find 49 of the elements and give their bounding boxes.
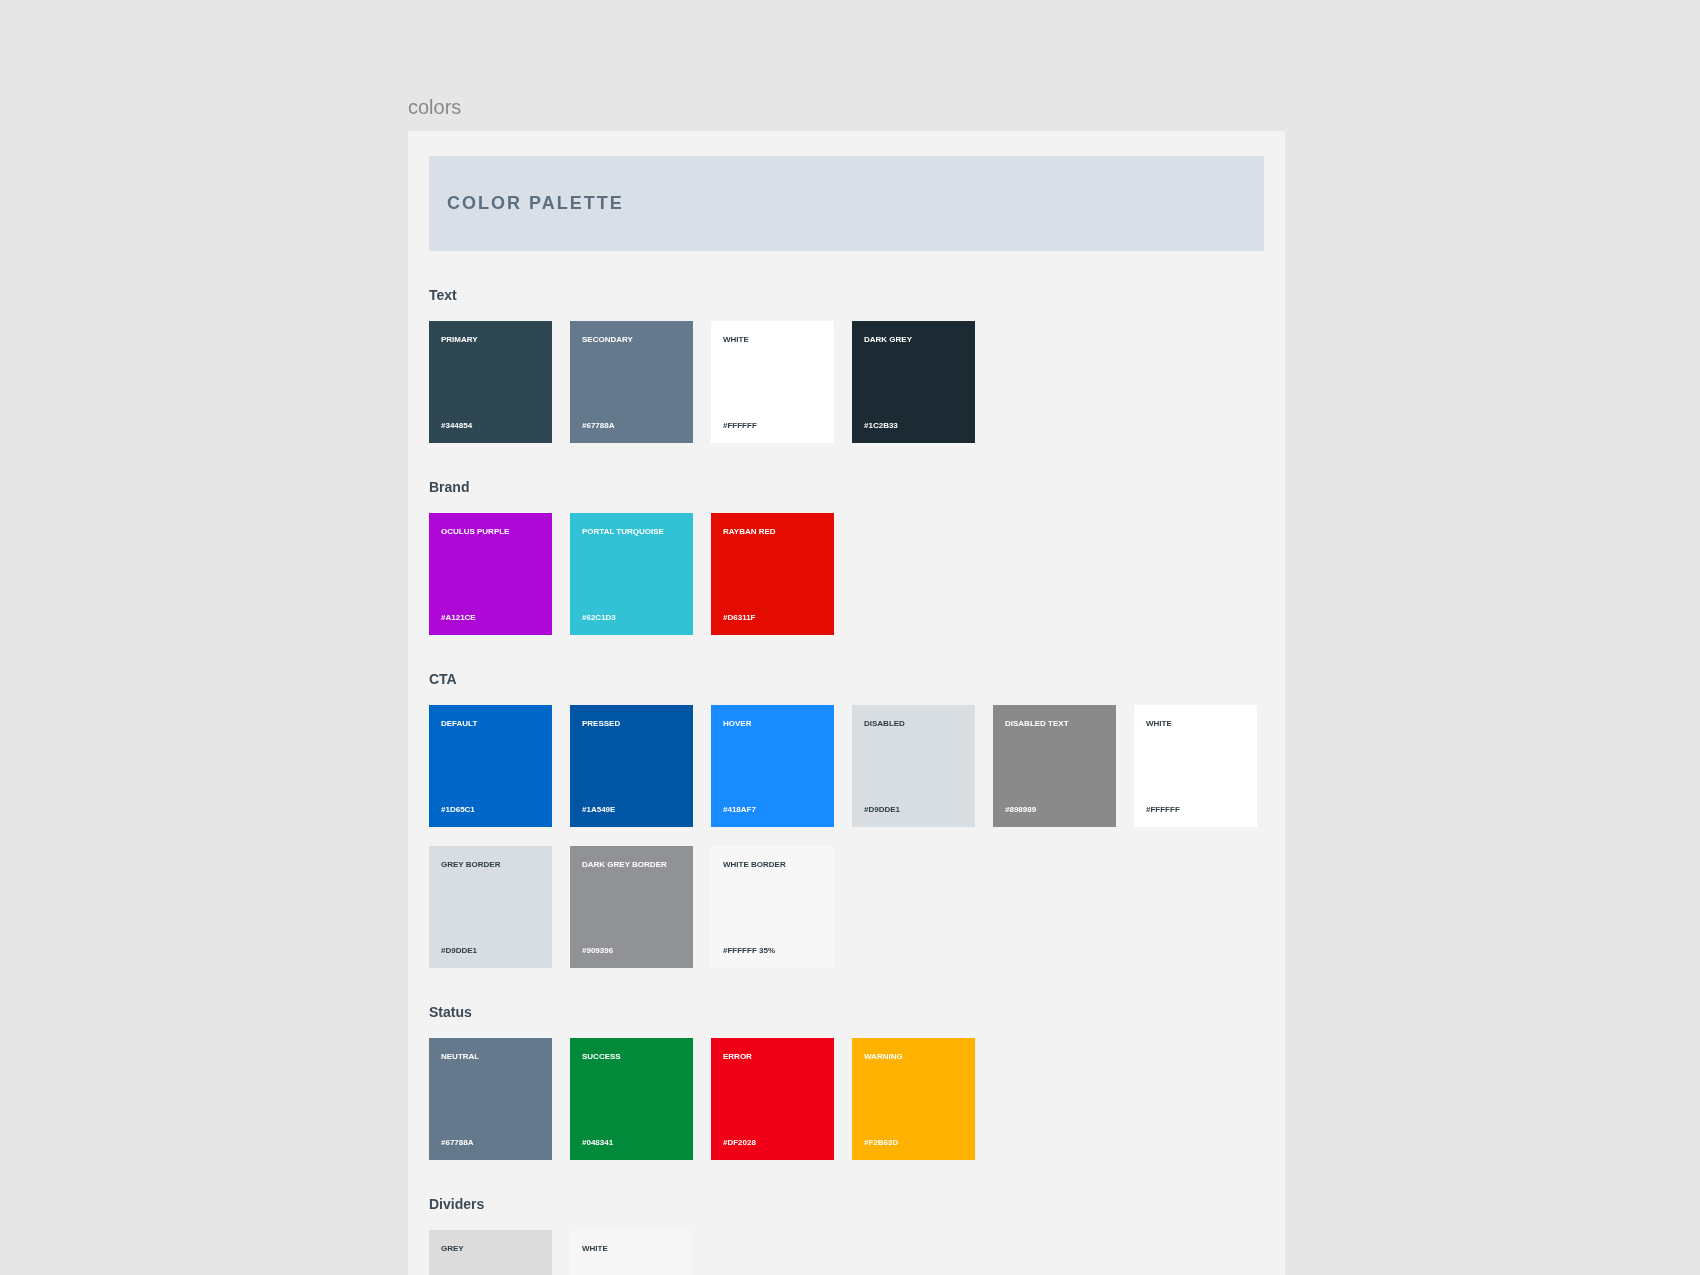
hex-code: #D9DDE1 [864, 805, 900, 815]
section-heading: Dividers [429, 1195, 486, 1213]
hex-code: #67788A [441, 1138, 474, 1148]
hex-code: #344854 [441, 421, 473, 431]
swatch-name: HOVER [723, 719, 752, 729]
swatch-name: SUCCESS [582, 1052, 621, 1062]
swatch-name: SECONDARY [582, 335, 633, 345]
page-title: colors [408, 95, 462, 120]
section-heading: Text [429, 286, 458, 304]
hex-code: #FFFFFF [723, 421, 757, 431]
swatch-name: WHITE BORDER [723, 860, 786, 870]
swatch-name: PORTAL TURQUOISE [582, 527, 664, 537]
hex-code: #FFFFFF 35% [723, 946, 775, 956]
swatch-name: DEFAULT [441, 719, 478, 729]
swatch-name: WHITE [1146, 719, 1172, 729]
hex-code: #1A549E [582, 805, 616, 815]
hex-code: #1C2B33 [864, 421, 898, 431]
swatch-name: PRESSED [582, 719, 621, 729]
hex-code: #62C1D3 [582, 613, 616, 623]
swatch-name: OCULUS PURPLE [441, 527, 510, 537]
hex-code: #D6311F [723, 613, 756, 623]
section-heading: CTA [429, 670, 458, 688]
hex-code: #048341 [582, 1138, 614, 1148]
hex-code: #FFFFFF [1146, 805, 1180, 815]
swatch-name: PRIMARY [441, 335, 478, 345]
hex-code: #F2B63D [864, 1138, 899, 1148]
swatch-name: RAYBAN RED [723, 527, 776, 537]
swatch-name: WHITE [723, 335, 749, 345]
swatch-name: WHITE [582, 1244, 608, 1254]
hex-code: #67788A [582, 421, 615, 431]
section-heading: Status [429, 1003, 473, 1021]
swatch-name: NEUTRAL [441, 1052, 480, 1062]
section-heading: Brand [429, 478, 471, 496]
hex-code: #898989 [1005, 805, 1037, 815]
hex-code: #D9DDE1 [441, 946, 477, 956]
swatch-name: DISABLED [864, 719, 905, 729]
swatch-name: DARK GREY BORDER [582, 860, 667, 870]
hex-code: #418AF7 [723, 805, 756, 815]
swatch-name: DISABLED TEXT [1005, 719, 1069, 729]
swatch-name: GREY BORDER [441, 860, 501, 870]
hex-code: #A121CE [441, 613, 476, 623]
banner-title: COLOR PALETTE [447, 192, 624, 215]
swatch-name: GREY [441, 1244, 464, 1254]
hex-code: #1D65C1 [441, 805, 475, 815]
swatch-name: WARNING [864, 1052, 903, 1062]
swatch-name: DARK GREY [864, 335, 912, 345]
hex-code: #909396 [582, 946, 614, 956]
swatch-name: ERROR [723, 1052, 752, 1062]
hex-code: #DF2028 [723, 1138, 756, 1148]
